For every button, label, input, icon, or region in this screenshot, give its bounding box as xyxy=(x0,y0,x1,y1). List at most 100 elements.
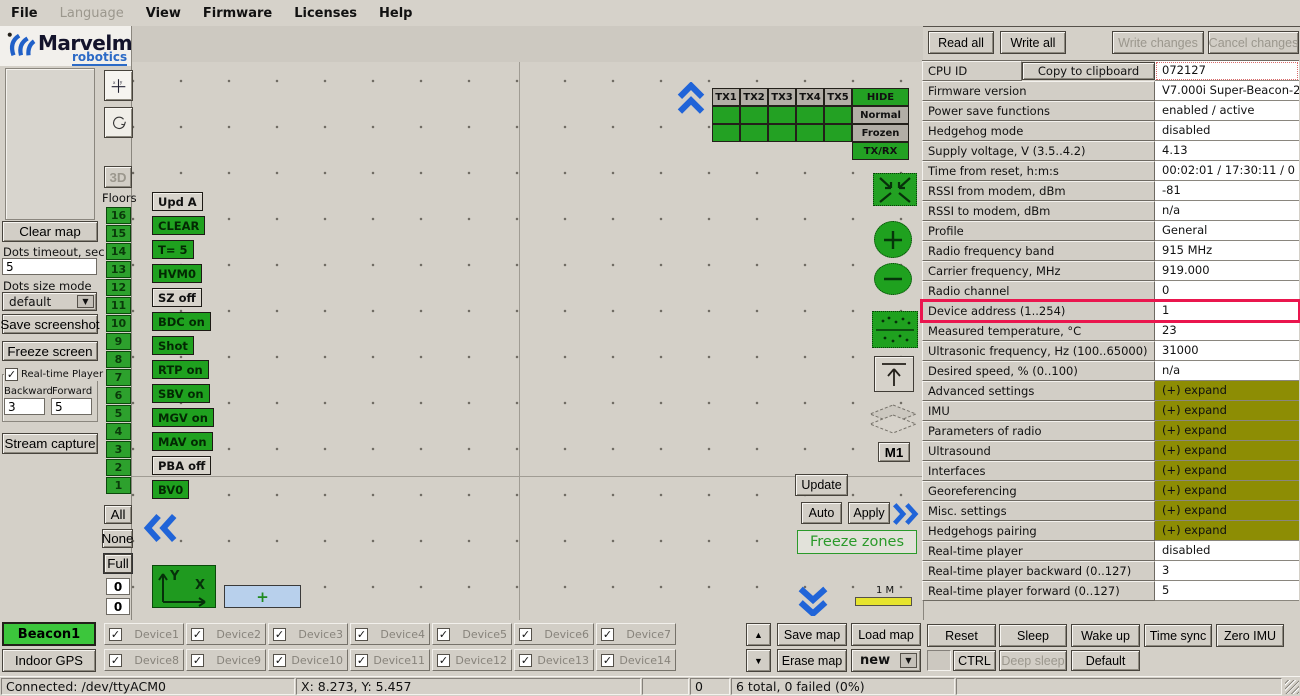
device-cell-device3[interactable]: ✓Device3 xyxy=(268,623,348,645)
floor-button-10[interactable]: 10 xyxy=(106,315,131,332)
save-map-button[interactable]: Save map xyxy=(777,623,847,646)
floor-button-16[interactable]: 16 xyxy=(106,207,131,224)
dots-mode-button[interactable] xyxy=(872,311,918,348)
map-button-mav-on[interactable]: MAV on xyxy=(152,432,213,451)
device-cell-device1[interactable]: ✓Device1 xyxy=(104,623,184,645)
settings-value-6[interactable]: -81 xyxy=(1155,181,1299,201)
reset-button[interactable]: Reset xyxy=(927,624,996,647)
device-cell-device8[interactable]: ✓Device8 xyxy=(104,649,184,671)
settings-expand-17[interactable]: (+) expand xyxy=(1155,401,1299,421)
double-chevron-right-icon[interactable] xyxy=(891,500,919,528)
device-checkbox-device9[interactable]: ✓ xyxy=(191,654,204,667)
ctrl-button[interactable]: CTRL xyxy=(953,650,996,671)
settings-value-26[interactable]: 5 xyxy=(1155,581,1299,601)
floor-button-6[interactable]: 6 xyxy=(106,387,131,404)
rotate-view-button[interactable] xyxy=(104,107,133,138)
floor-offset-input-2[interactable] xyxy=(106,598,130,615)
floor-button-14[interactable]: 14 xyxy=(106,243,131,260)
apply-button[interactable]: Apply xyxy=(848,502,890,524)
tx-cell-frozen-1[interactable] xyxy=(712,124,740,142)
device-cell-device2[interactable]: ✓Device2 xyxy=(186,623,266,645)
view-3d-button[interactable]: 3D xyxy=(104,166,132,188)
settings-value-11[interactable]: 0 xyxy=(1155,281,1299,301)
device-checkbox-device4[interactable]: ✓ xyxy=(355,628,368,641)
settings-value-2[interactable]: enabled / active xyxy=(1155,101,1299,121)
settings-value-5[interactable]: 00:02:01 / 17:30:11 / 0 xyxy=(1155,161,1299,181)
write-all-button[interactable]: Write all xyxy=(1000,31,1066,54)
tx-cell-normal-4[interactable] xyxy=(796,106,824,124)
time-sync-button[interactable]: Time sync xyxy=(1144,624,1212,647)
zero-imu-button[interactable]: Zero IMU xyxy=(1216,624,1284,647)
device-cell-device12[interactable]: ✓Device12 xyxy=(432,649,512,671)
device-cell-device4[interactable]: ✓Device4 xyxy=(350,623,430,645)
settings-value-7[interactable]: n/a xyxy=(1155,201,1299,221)
realtime-player-toggle[interactable]: ✓ Real-time Player xyxy=(4,368,104,381)
device-checkbox-device7[interactable]: ✓ xyxy=(601,628,614,641)
settings-value-9[interactable]: 915 MHz xyxy=(1155,241,1299,261)
map-button-upd-a[interactable]: Upd A xyxy=(152,192,203,211)
settings-expand-21[interactable]: (+) expand xyxy=(1155,481,1299,501)
map-button-sz-off[interactable]: SZ off xyxy=(152,288,202,307)
tx-cell-normal-1[interactable] xyxy=(712,106,740,124)
device-checkbox-device12[interactable]: ✓ xyxy=(437,654,450,667)
map-select[interactable]: new ▼ xyxy=(851,649,921,672)
tx-cell-frozen-5[interactable] xyxy=(824,124,852,142)
menu-item-view[interactable]: View xyxy=(135,0,192,26)
device-checkbox-device8[interactable]: ✓ xyxy=(109,654,122,667)
cancel-changes-button[interactable]: Cancel changes xyxy=(1208,31,1299,54)
settings-value-1[interactable]: V7.000i Super-Beacon-2 xyxy=(1155,81,1299,101)
floor-button-5[interactable]: 5 xyxy=(106,405,131,422)
settings-expand-22[interactable]: (+) expand xyxy=(1155,501,1299,521)
floors-full-button[interactable]: Full xyxy=(104,554,132,573)
follow-arrow-button[interactable] xyxy=(874,356,914,392)
map-button-bv0[interactable]: BV0 xyxy=(152,480,189,499)
floor-button-9[interactable]: 9 xyxy=(106,333,131,350)
tx-header-tx2[interactable]: TX2 xyxy=(740,88,768,106)
device-checkbox-device1[interactable]: ✓ xyxy=(109,628,122,641)
tx-normal-button[interactable]: Normal xyxy=(852,106,909,124)
dropdown-arrow-icon[interactable]: ▼ xyxy=(77,295,94,308)
default-button[interactable]: Default xyxy=(1071,650,1140,671)
map-button-bdc-on[interactable]: BDC on xyxy=(152,312,211,331)
map-button-hvm0[interactable]: HVM0 xyxy=(152,264,202,283)
tx-frozen-button[interactable]: Frozen xyxy=(852,124,909,142)
settings-expand-19[interactable]: (+) expand xyxy=(1155,441,1299,461)
origin-axis-box[interactable]: Y X xyxy=(152,565,216,608)
map-button-t-5[interactable]: T= 5 xyxy=(152,240,194,259)
floor-button-13[interactable]: 13 xyxy=(106,261,131,278)
backward-input[interactable] xyxy=(4,398,45,415)
menu-item-language[interactable]: Language xyxy=(49,0,135,26)
floors-all-button[interactable]: All xyxy=(104,505,132,524)
menu-item-licenses[interactable]: Licenses xyxy=(283,0,368,26)
floors-none-button[interactable]: None xyxy=(102,529,133,548)
dots-timeout-input[interactable] xyxy=(2,258,97,275)
freeze-zones-button[interactable]: Freeze zones xyxy=(797,530,917,554)
device-checkbox-device5[interactable]: ✓ xyxy=(437,628,450,641)
beacon-tab[interactable]: Beacon1 xyxy=(2,622,96,646)
floor-button-12[interactable]: 12 xyxy=(106,279,131,296)
settings-value-4[interactable]: 4.13 xyxy=(1155,141,1299,161)
menu-item-firmware[interactable]: Firmware xyxy=(192,0,283,26)
tx-cell-normal-2[interactable] xyxy=(740,106,768,124)
realtime-player-checkbox[interactable]: ✓ xyxy=(5,368,18,381)
map-button-rtp-on[interactable]: RTP on xyxy=(152,360,209,379)
tx-hide-button[interactable]: HIDE xyxy=(852,88,909,106)
floor-button-8[interactable]: 8 xyxy=(106,351,131,368)
read-all-button[interactable]: Read all xyxy=(928,31,994,54)
deep-sleep-button[interactable]: Deep sleep xyxy=(999,650,1067,671)
zoom-out-button[interactable] xyxy=(874,263,912,295)
floor-button-7[interactable]: 7 xyxy=(106,369,131,386)
floor-button-2[interactable]: 2 xyxy=(106,459,131,476)
tx-cell-frozen-4[interactable] xyxy=(796,124,824,142)
map-button-shot[interactable]: Shot xyxy=(152,336,194,355)
settings-value-13[interactable]: 23 xyxy=(1155,321,1299,341)
settings-expand-23[interactable]: (+) expand xyxy=(1155,521,1299,541)
resize-grip-icon[interactable] xyxy=(1285,680,1299,694)
erase-map-button[interactable]: Erase map xyxy=(777,649,847,672)
menu-item-help[interactable]: Help xyxy=(368,0,423,26)
settings-expand-20[interactable]: (+) expand xyxy=(1155,461,1299,481)
device-checkbox-device14[interactable]: ✓ xyxy=(601,654,614,667)
device-checkbox-device13[interactable]: ✓ xyxy=(519,654,532,667)
tx-cell-normal-3[interactable] xyxy=(768,106,796,124)
floor-button-15[interactable]: 15 xyxy=(106,225,131,242)
